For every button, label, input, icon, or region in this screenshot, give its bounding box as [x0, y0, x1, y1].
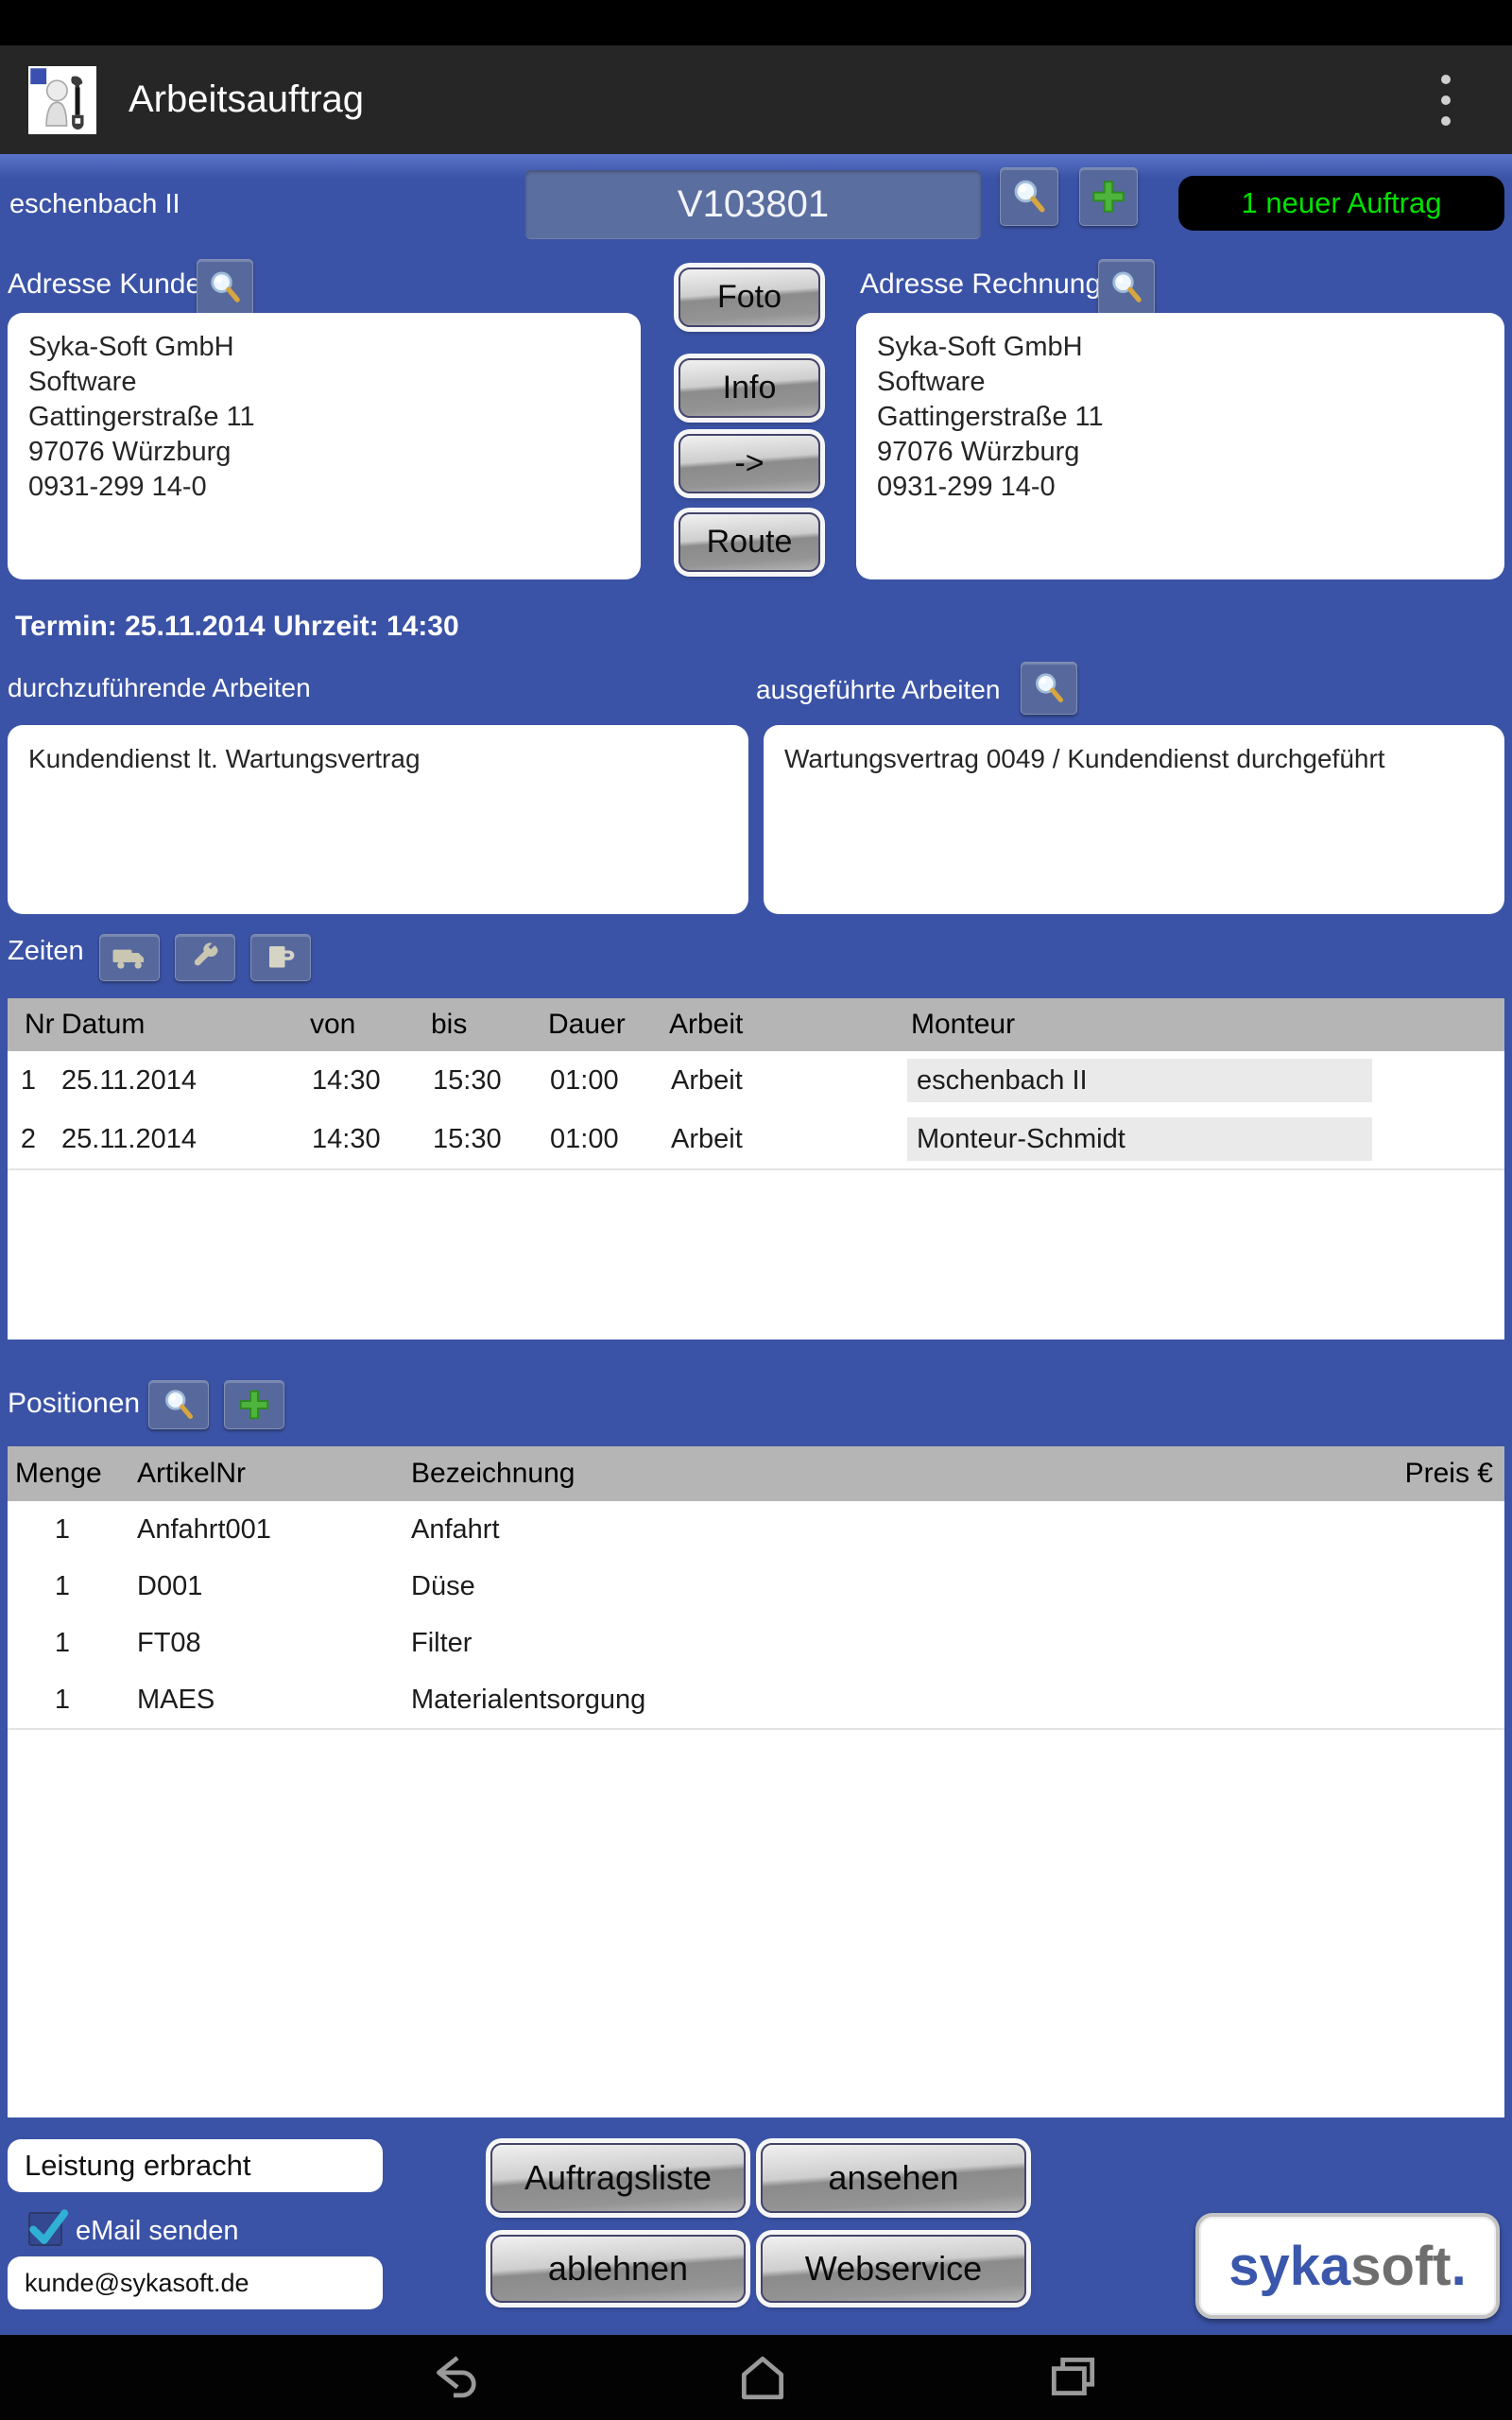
cell-von: 14:30	[312, 1110, 381, 1168]
cell-dauer: 01:00	[550, 1051, 619, 1110]
monteur-field[interactable]: eschenbach II	[907, 1059, 1372, 1102]
cell-menge: 1	[15, 1558, 70, 1615]
route-button[interactable]: Route	[679, 512, 820, 572]
ablehnen-button[interactable]: ablehnen	[490, 2235, 746, 2303]
positions-section-label: Positionen	[8, 1388, 140, 1420]
cell-monteur: eschenbach II	[917, 1059, 1088, 1102]
customer-address-label: Adresse Kunde	[8, 268, 201, 301]
monteur-name-label: eschenbach II	[9, 189, 180, 220]
logo-text-syka: syka	[1228, 2235, 1350, 2298]
col-artikelnr: ArtikelNr	[137, 1446, 246, 1501]
arbeitsauftrag-screen: Arbeitsauftrag eschenbach II V103801 1 n…	[0, 0, 1512, 2420]
ansehen-button[interactable]: ansehen	[761, 2143, 1026, 2213]
pause-time-icon[interactable]	[250, 934, 311, 981]
col-von: von	[310, 998, 355, 1051]
col-nr: Nr	[25, 998, 55, 1051]
cell-artikelnr: D001	[137, 1558, 202, 1615]
order-search-icon[interactable]	[1000, 167, 1058, 226]
cell-dauer: 01:00	[550, 1110, 619, 1168]
home-icon[interactable]	[735, 2350, 790, 2405]
position-row-2[interactable]: 1 D001 Düse	[8, 1558, 1504, 1616]
col-monteur: Monteur	[911, 998, 1015, 1051]
cell-von: 14:30	[312, 1051, 381, 1110]
info-button[interactable]: Info	[679, 358, 820, 418]
cell-artikelnr: MAES	[137, 1671, 215, 1728]
position-row-4[interactable]: 1 MAES Materialentsorgung	[8, 1671, 1504, 1730]
appointment-text: Termin: 25.11.2014 Uhrzeit: 14:30	[15, 611, 459, 643]
webservice-button[interactable]: Webservice	[761, 2235, 1026, 2303]
todo-work-label: durchzuführende Arbeiten	[8, 673, 311, 703]
cell-datum: 25.11.2014	[61, 1110, 197, 1168]
cell-monteur: Monteur-Schmidt	[917, 1117, 1125, 1161]
email-checkbox[interactable]	[28, 2212, 62, 2246]
order-number-field[interactable]: V103801	[525, 170, 981, 239]
times-row-1[interactable]: 1 25.11.2014 14:30 15:30 01:00 Arbeit es…	[8, 1051, 1504, 1112]
cell-nr: 1	[15, 1051, 36, 1110]
logo-text-soft: soft	[1350, 2235, 1451, 2298]
email-input[interactable]	[8, 2256, 383, 2309]
col-bezeichnung: Bezeichnung	[411, 1446, 575, 1501]
transfer-arrow-button[interactable]: ->	[679, 434, 820, 493]
foto-button[interactable]: Foto	[679, 268, 820, 327]
customer-search-icon[interactable]	[197, 259, 253, 316]
app-bar: Arbeitsauftrag	[0, 45, 1512, 154]
cell-menge: 1	[15, 1671, 70, 1728]
email-checkbox-label[interactable]: eMail senden	[76, 2216, 239, 2247]
position-row-3[interactable]: 1 FT08 Filter	[8, 1615, 1504, 1673]
col-dauer: Dauer	[548, 998, 626, 1051]
done-work-label: ausgeführte Arbeiten	[756, 675, 1000, 705]
recents-icon[interactable]	[1045, 2350, 1100, 2405]
cell-menge: 1	[15, 1615, 70, 1671]
col-menge: Menge	[15, 1446, 102, 1501]
logo-text-dot: .	[1452, 2235, 1467, 2298]
status-input[interactable]	[8, 2139, 383, 2192]
times-table-header: Nr Datum von bis Dauer Arbeit Monteur	[8, 998, 1504, 1051]
customer-address-field[interactable]: Syka-Soft GmbH Software Gattingerstraße …	[8, 313, 641, 579]
app-icon	[28, 66, 96, 134]
sykasoft-logo: sykasoft.	[1195, 2213, 1500, 2319]
page-title: Arbeitsauftrag	[129, 78, 364, 121]
col-arbeit: Arbeit	[669, 998, 743, 1051]
cell-bezeichnung: Anfahrt	[411, 1501, 500, 1558]
times-row-2[interactable]: 2 25.11.2014 14:30 15:30 01:00 Arbeit Mo…	[8, 1110, 1504, 1170]
cell-bezeichnung: Filter	[411, 1615, 472, 1671]
times-section-label: Zeiten	[8, 936, 84, 967]
monteur-field[interactable]: Monteur-Schmidt	[907, 1117, 1372, 1161]
billing-address-field[interactable]: Syka-Soft GmbH Software Gattingerstraße …	[856, 313, 1504, 579]
billing-address-label: Adresse Rechnung	[860, 268, 1101, 301]
android-status-bar	[0, 0, 1512, 45]
cell-artikelnr: Anfahrt001	[137, 1501, 271, 1558]
overflow-menu-icon[interactable]	[1427, 45, 1465, 154]
new-order-badge[interactable]: 1 neuer Auftrag	[1178, 176, 1504, 231]
cell-artikelnr: FT08	[137, 1615, 201, 1671]
cell-menge: 1	[15, 1501, 70, 1558]
billing-search-icon[interactable]	[1098, 259, 1155, 316]
col-datum: Datum	[61, 998, 145, 1051]
cell-datum: 25.11.2014	[61, 1051, 197, 1110]
times-table: Nr Datum von bis Dauer Arbeit Monteur 1 …	[8, 998, 1504, 1340]
todo-work-field[interactable]: Kundendienst lt. Wartungsvertrag	[8, 725, 748, 914]
positions-search-icon[interactable]	[148, 1380, 209, 1429]
positions-table-header: Menge ArtikelNr Bezeichnung Preis €	[8, 1446, 1504, 1501]
cell-bis: 15:30	[433, 1110, 502, 1168]
back-icon[interactable]	[428, 2350, 483, 2405]
android-nav-bar	[0, 2335, 1512, 2420]
auftragsliste-button[interactable]: Auftragsliste	[490, 2143, 746, 2213]
cell-nr: 2	[15, 1110, 36, 1168]
col-preis: Preis €	[1405, 1446, 1493, 1501]
done-work-field[interactable]: Wartungsvertrag 0049 / Kundendienst durc…	[764, 725, 1504, 914]
cell-bezeichnung: Materialentsorgung	[411, 1671, 645, 1728]
drive-time-icon[interactable]	[99, 934, 160, 981]
order-add-icon[interactable]	[1079, 167, 1138, 226]
cell-bezeichnung: Düse	[411, 1558, 475, 1615]
position-row-1[interactable]: 1 Anfahrt001 Anfahrt	[8, 1501, 1504, 1560]
cell-arbeit: Arbeit	[671, 1051, 743, 1110]
positions-table: Menge ArtikelNr Bezeichnung Preis € 1 An…	[8, 1446, 1504, 2118]
done-work-search-icon[interactable]	[1021, 662, 1077, 715]
positions-add-icon[interactable]	[224, 1380, 284, 1429]
cell-arbeit: Arbeit	[671, 1110, 743, 1168]
cell-bis: 15:30	[433, 1051, 502, 1110]
work-time-icon[interactable]	[175, 934, 235, 981]
col-bis: bis	[431, 998, 467, 1051]
